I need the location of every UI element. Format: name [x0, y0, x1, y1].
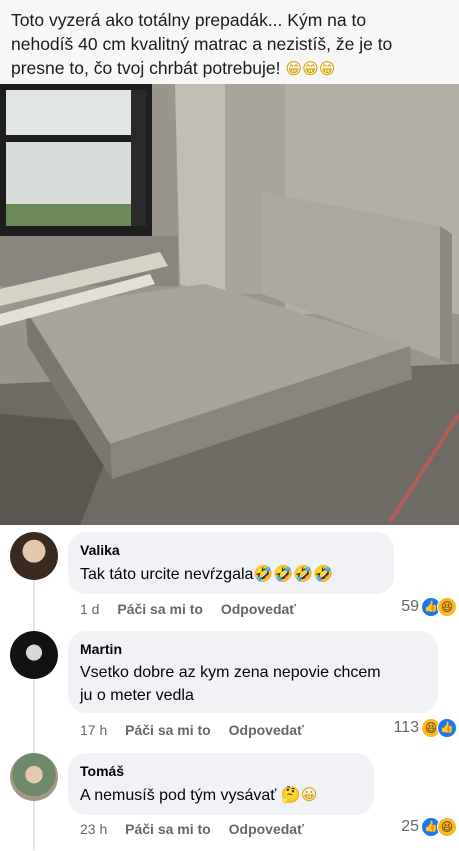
reply-button[interactable]: Odpovedať: [221, 601, 296, 617]
concrete-bed-photo-icon: [0, 84, 459, 525]
thinking-emoji-icon: 🤔😀: [280, 785, 318, 804]
comment-text-line-2: ju o meter vedla: [80, 687, 194, 704]
comment-bubble: Tomáš A nemusíš pod tým vysávať 🤔😀: [68, 753, 374, 815]
like-icon: 👍: [437, 718, 457, 738]
comment-author[interactable]: Tomáš: [80, 762, 362, 780]
haha-icon: 😆: [437, 817, 457, 837]
comment-author[interactable]: Valika: [80, 541, 382, 559]
reaction-count: 113: [393, 719, 419, 736]
reaction-count: 59: [401, 598, 419, 615]
reaction-count: 25: [401, 818, 419, 835]
rofl-emoji-icon: 🤣🤣🤣🤣: [253, 564, 334, 583]
avatar[interactable]: [10, 631, 58, 679]
comment-text: Vsetko dobre az kym zena nepovie chcem j…: [80, 661, 426, 707]
comment-text-content: A nemusíš pod tým vysávať: [80, 787, 277, 804]
avatar[interactable]: [10, 532, 58, 580]
avatar[interactable]: [10, 753, 58, 801]
comment-text-line-1: Vsetko dobre az kym zena nepovie chcem: [80, 664, 381, 681]
grin-emoji-icon: 😁😁😁: [285, 59, 336, 78]
comment-bubble: Martin Vsetko dobre az kym zena nepovie …: [68, 631, 438, 713]
comment-meta: 17 h Páči sa mi to Odpovedať: [80, 722, 318, 738]
like-button[interactable]: Páči sa mi to: [125, 722, 211, 738]
comment-text-content: Tak táto urcite nevŕzgala: [80, 566, 254, 583]
reply-button[interactable]: Odpovedať: [229, 722, 304, 738]
reply-button[interactable]: Odpovedať: [229, 821, 304, 837]
comment-meta: 1 d Páči sa mi to Odpovedať: [80, 601, 310, 617]
comment-text: A nemusíš pod tým vysávať 🤔😀: [80, 783, 362, 807]
post-text-line-2: nehodíš 40 cm kvalitný matrac a nezistíš…: [11, 34, 393, 54]
reaction-summary[interactable]: 113 😆 👍: [393, 718, 457, 738]
comments-section: Valika Tak táto urcite nevŕzgala🤣🤣🤣🤣 1 d…: [0, 525, 459, 851]
reaction-summary[interactable]: 59 👍 😆: [401, 597, 457, 617]
comment-meta: 23 h Páči sa mi to Odpovedať: [80, 821, 318, 837]
comment-time[interactable]: 17 h: [80, 722, 107, 738]
like-button[interactable]: Páči sa mi to: [125, 821, 211, 837]
comment-time[interactable]: 23 h: [80, 821, 107, 837]
comment-bubble: Valika Tak táto urcite nevŕzgala🤣🤣🤣🤣: [68, 532, 394, 594]
post-caption: Toto vyzerá ako totálny prepadák... Kým …: [0, 0, 459, 84]
reaction-summary[interactable]: 25 👍 😆: [401, 817, 457, 837]
post-text-line-1: Toto vyzerá ako totálny prepadák... Kým …: [11, 10, 367, 30]
comment-time[interactable]: 1 d: [80, 601, 99, 617]
comment-text: Tak táto urcite nevŕzgala🤣🤣🤣🤣: [80, 562, 382, 586]
post-text-line-3-text: presne to, čo tvoj chrbát potrebuje!: [11, 58, 281, 78]
thread-line: [33, 580, 35, 850]
post-photo[interactable]: [0, 84, 459, 525]
post-text-line-3: presne to, čo tvoj chrbát potrebuje! 😁😁😁: [11, 56, 449, 81]
haha-icon: 😆: [437, 597, 457, 617]
like-button[interactable]: Páči sa mi to: [117, 601, 203, 617]
comment-author[interactable]: Martin: [80, 640, 426, 658]
